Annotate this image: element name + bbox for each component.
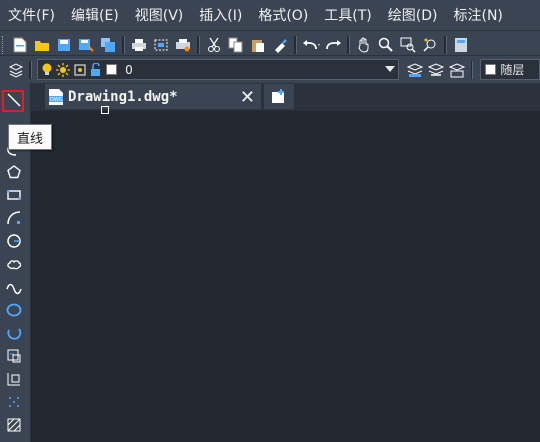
toolbar-separator: [470, 60, 474, 79]
match-properties-icon[interactable]: [270, 35, 290, 55]
menu-draw[interactable]: 绘图(D): [380, 5, 446, 25]
dropdown-arrow-icon[interactable]: [384, 66, 395, 72]
circle-icon[interactable]: [5, 232, 23, 250]
menu-format[interactable]: 格式(O): [250, 5, 316, 25]
layer-previous-icon[interactable]: [426, 60, 445, 80]
layer-manager-icon[interactable]: [6, 60, 25, 80]
menu-tools[interactable]: 工具(T): [316, 5, 379, 25]
new-tab-button[interactable]: [264, 84, 294, 109]
cut-icon[interactable]: [204, 35, 224, 55]
copy-icon[interactable]: [226, 35, 246, 55]
viewport-freeze-icon[interactable]: [73, 63, 87, 77]
toolbar-separator: [197, 35, 200, 54]
sun-freeze-icon[interactable]: [56, 62, 71, 77]
close-icon[interactable]: ✕: [240, 87, 255, 108]
hatch-icon[interactable]: [5, 416, 23, 434]
color-swatch: [485, 64, 497, 75]
make-block-icon[interactable]: [5, 370, 23, 388]
menu-bar: 文件(F) 编辑(E) 视图(V) 插入(I) 格式(O) 工具(T) 绘图(D…: [0, 0, 540, 30]
polygon-icon[interactable]: [5, 163, 23, 181]
redo-icon[interactable]: [323, 35, 343, 55]
crosshair-pickbox: [101, 106, 109, 114]
spline-icon[interactable]: [5, 278, 23, 296]
save-as-icon[interactable]: [76, 35, 96, 55]
menu-view[interactable]: 视图(V): [127, 5, 192, 25]
plot-preview-icon[interactable]: [151, 35, 171, 55]
menu-dimension[interactable]: 标注(N): [446, 5, 511, 25]
dwg-file-icon: DWG: [48, 88, 64, 106]
color-value: 随层: [500, 63, 525, 77]
save-icon[interactable]: [54, 35, 74, 55]
new-file-icon[interactable]: [10, 35, 30, 55]
menu-edit[interactable]: 编辑(E): [63, 5, 127, 25]
pan-hand-icon[interactable]: [354, 35, 374, 55]
point-icon[interactable]: [5, 393, 23, 411]
zoom-previous-icon[interactable]: [420, 35, 440, 55]
standard-toolbar: [0, 30, 540, 58]
rectangle-icon[interactable]: [5, 186, 23, 204]
toolbar-separator: [122, 35, 125, 54]
toolbar-separator: [294, 35, 297, 54]
toolbar-separator: [29, 60, 33, 79]
undo-icon[interactable]: [301, 35, 321, 55]
print-icon[interactable]: [129, 35, 149, 55]
new-tab-icon: [271, 88, 287, 105]
drawing-canvas[interactable]: [31, 111, 540, 442]
layer-dropdown[interactable]: 0: [37, 59, 399, 80]
svg-text:DWG: DWG: [50, 97, 63, 103]
tab-title: Drawing1.dwg*: [68, 88, 178, 105]
ellipse-icon[interactable]: [5, 301, 23, 319]
color-dropdown[interactable]: 随层: [480, 59, 540, 80]
revision-cloud-icon[interactable]: [5, 255, 23, 273]
zoom-realtime-icon[interactable]: [376, 35, 396, 55]
lightbulb-icon[interactable]: [41, 63, 53, 77]
insert-block-icon[interactable]: [5, 347, 23, 365]
line-tooltip: 直线: [8, 124, 52, 150]
menu-file[interactable]: 文件(F): [0, 5, 63, 25]
ellipse-arc-icon[interactable]: [5, 324, 23, 342]
layer-toolbar: 0 随层: [0, 55, 540, 83]
arc-icon[interactable]: [5, 209, 23, 227]
layer-value: 0: [125, 62, 133, 77]
line-tool-highlight: [2, 90, 24, 112]
zoom-window-icon[interactable]: [398, 35, 418, 55]
unlock-icon[interactable]: [90, 62, 102, 77]
menu-insert[interactable]: 插入(I): [191, 5, 250, 25]
paste-icon[interactable]: [248, 35, 268, 55]
toolbar-grip[interactable]: [2, 35, 6, 54]
calculator-icon[interactable]: [451, 35, 471, 55]
publish-icon[interactable]: [173, 35, 193, 55]
toolbar-separator: [347, 35, 350, 54]
make-current-layer-icon[interactable]: [405, 60, 424, 80]
layer-color-swatch: [106, 64, 118, 75]
open-folder-icon[interactable]: [32, 35, 52, 55]
tab-drawing1[interactable]: DWG Drawing1.dwg* ✕: [45, 84, 261, 109]
layer-states-icon[interactable]: [447, 60, 466, 80]
toolbar-separator: [444, 35, 447, 54]
multi-save-icon[interactable]: [98, 35, 118, 55]
